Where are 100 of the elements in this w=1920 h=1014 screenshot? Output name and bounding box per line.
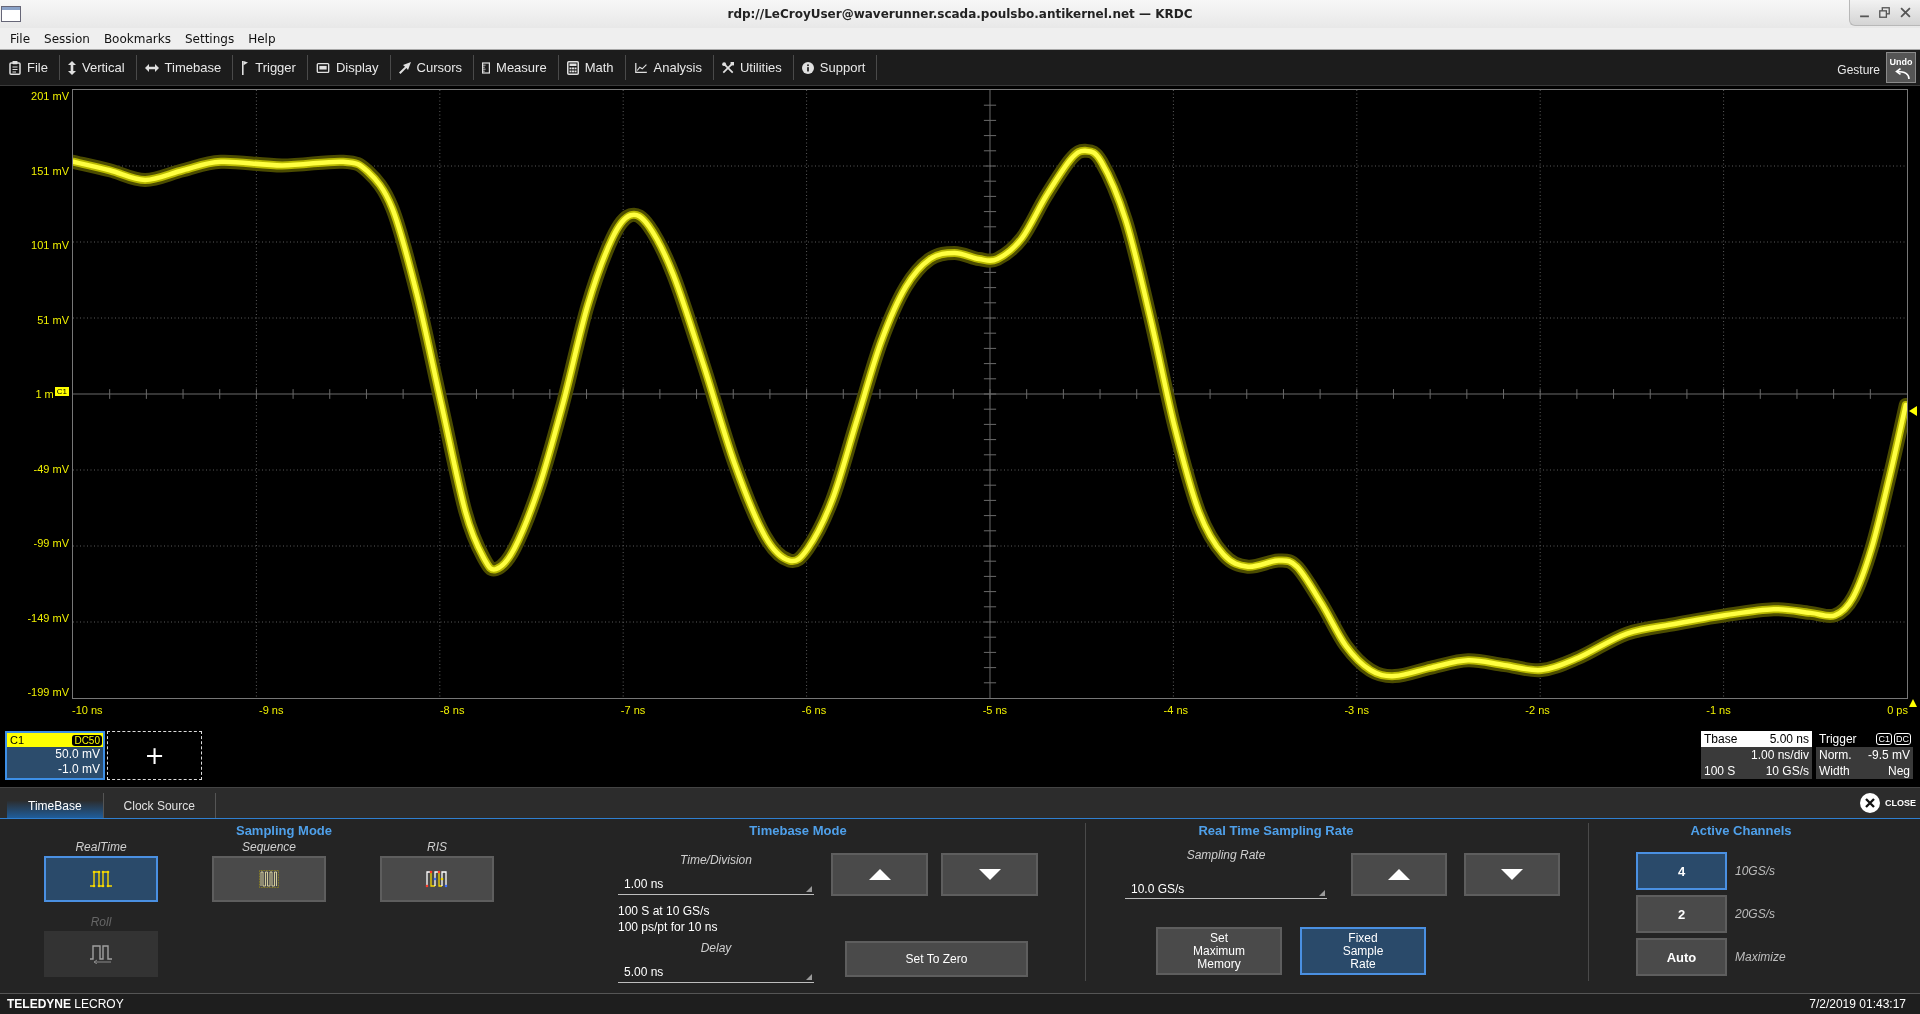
source-badge: C1 [1876,733,1892,745]
flag-icon [241,60,250,75]
mode-button[interactable] [380,856,494,902]
time-division-field[interactable]: 1.00 ns [618,873,814,895]
toolbar-button[interactable]: Analysis [625,55,714,80]
toolbar-button[interactable]: Measure [474,55,559,80]
channel-marker[interactable]: C1 [54,387,69,396]
sampling-rate-field[interactable]: 10.0 GS/s [1125,879,1327,899]
y-axis-label: 101 mV [31,238,69,252]
x-axis-label: -2 ns [1525,704,1550,716]
x-axis-label: 0 ps [1887,704,1908,716]
gesture-label: Gesture [1837,62,1880,77]
channel-count-button[interactable]: 4 [1636,852,1727,890]
channel-count-note: 20GS/s [1735,907,1776,921]
square-wave-icon [89,869,113,889]
dialog-tab[interactable]: TimeBase [7,793,104,818]
x-axis-label: -7 ns [620,704,646,716]
info-icon [801,60,814,75]
timebase-delay: 5.00 ns [1769,731,1809,747]
menu-item[interactable]: File [3,29,38,48]
corner-triangle-icon [806,974,812,980]
vertical-scale: 50.0 mV [55,747,101,762]
x-axis-label: -6 ns [801,704,827,716]
toolbar-button[interactable]: Cursors [390,55,475,80]
trigger-position-marker-icon[interactable] [1909,699,1917,707]
channel-descriptor[interactable]: C1 DC50 50.0 mV -1.0 mV [5,731,105,780]
decrease-button[interactable] [1464,853,1560,896]
y-axis-label: 1 m [35,387,54,401]
trigger-descriptor[interactable]: Trigger C1 DC Norm. -9.5 mV Width Neg [1816,731,1913,779]
add-channel-button[interactable]: + [107,731,202,780]
menu-item[interactable]: Session [37,29,97,48]
coupling-badge: DC50 [72,734,102,746]
trigger-threshold: -9.5 mV [1868,747,1910,763]
sample-count: 100 S [1704,763,1736,779]
dense-pulse-icon [257,869,281,889]
mode-label: RealTime [75,840,127,854]
toolbar-button[interactable]: Utilities [713,55,794,80]
mode-button[interactable] [212,856,326,902]
calculator-icon [566,60,579,75]
channel-count-button[interactable]: 2 [1636,895,1727,933]
x-axis-label: -10 ns [72,704,103,716]
triangle-up-icon [1388,869,1410,880]
menu-item[interactable]: Help [241,29,283,48]
toolbar-button[interactable]: Trigger [233,55,308,80]
line-chart-icon [633,62,648,73]
rate-option-button[interactable]: Set Maximum Memory [1156,927,1282,975]
pulse-with-arrow-icon [89,944,113,964]
timebase-descriptor[interactable]: Tbase 5.00 ns 1.00 ns/div 100 S 10 GS/s [1701,731,1812,779]
vertical-offset: -1.0 mV [58,762,101,777]
toolbar-button[interactable]: Display [307,55,391,80]
close-icon[interactable] [1900,7,1912,18]
rate-option-button[interactable]: Fixed Sample Rate [1300,927,1426,975]
corner-triangle-icon [1319,890,1325,896]
menu-item[interactable]: Settings [177,29,242,48]
delay-field[interactable]: 5.00 ns [618,961,814,983]
toolbar-button[interactable]: File [1,55,60,80]
x-axis-label: -4 ns [1163,704,1188,716]
triangle-up-icon [868,869,891,880]
triangle-down-icon [1501,869,1523,880]
window-icon [1,6,21,22]
coupling-badge: DC [1894,733,1911,745]
restore-icon[interactable] [1879,7,1891,18]
close-button[interactable]: CLOSE [1860,793,1920,813]
timebase-info: 100 S at 10 GS/s [618,903,710,919]
section-heading: Real Time Sampling Rate [1198,823,1354,838]
x-axis-label: -1 ns [1706,704,1731,716]
trigger-mode: Norm. [1819,747,1852,763]
up-down-arrow-icon [67,60,76,75]
y-axis-label: 151 mV [31,163,69,178]
increase-button[interactable] [831,853,928,896]
menu-item[interactable]: Bookmarks [96,29,178,48]
toolbar-button[interactable]: Vertical [59,55,137,80]
channel-count-button[interactable]: Auto [1636,938,1727,976]
field-label: Time/Division [680,853,752,867]
channel-count-note: Maximize [1735,950,1786,964]
trigger-slope: Neg [1888,763,1910,779]
toolbar-button[interactable]: Timebase [136,55,234,80]
toolbar-button[interactable]: Support [793,55,878,80]
trigger-title: Trigger [1819,732,1857,746]
undo-arrow-icon [1892,67,1910,79]
timebase-info: 100 ps/pt for 10 ns [618,919,718,935]
decrease-button[interactable] [941,853,1038,896]
sample-rate: 10 GS/s [1765,763,1809,779]
field-label: Sampling Rate [1186,848,1266,862]
undo-button[interactable]: Undo [1886,52,1916,83]
set-to-zero-button[interactable]: Set To Zero [845,941,1028,977]
mode-label: RIS [427,840,447,854]
timestamp: 7/2/2019 01:43:17 [1809,997,1906,1011]
toolbar-button[interactable]: Math [558,55,626,80]
mode-label: Sequence [241,840,296,854]
y-axis-label: -99 mV [33,536,69,550]
mode-button[interactable] [44,856,158,902]
dialog-tab[interactable]: Clock Source [103,793,216,818]
increase-button[interactable] [1351,853,1447,896]
pointer-arrow-icon [398,60,411,75]
timebase-title: Tbase [1704,731,1738,747]
channel-name: C1 [10,734,25,746]
trigger-level-marker-icon[interactable] [1909,406,1917,416]
x-axis-label: -3 ns [1344,704,1369,716]
timebase-scale: 1.00 ns/div [1750,747,1809,763]
